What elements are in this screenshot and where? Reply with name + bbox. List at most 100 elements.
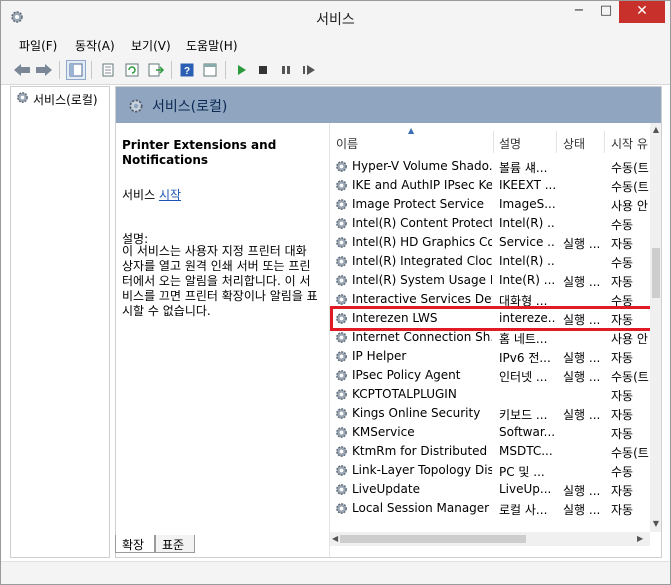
service-startup-type: 수동(트 bbox=[611, 180, 649, 194]
help-icon[interactable]: ? bbox=[177, 60, 197, 80]
service-row[interactable]: KMService Softwar... 자동 bbox=[330, 423, 648, 442]
maximize-button[interactable]: □ bbox=[593, 1, 619, 23]
service-startup-type: 수동 bbox=[611, 465, 634, 479]
column-description[interactable]: 설명 bbox=[499, 135, 521, 152]
services-panel: 서비스(로컬) Printer Extensions and Notificat… bbox=[115, 86, 662, 558]
scroll-up-icon[interactable]: ▲ bbox=[650, 125, 661, 134]
service-startup-type: 자동 bbox=[611, 351, 634, 365]
start-service-icon[interactable] bbox=[231, 60, 251, 80]
forward-arrow-icon[interactable] bbox=[34, 60, 54, 80]
service-description: Inte(R) ... bbox=[499, 273, 555, 287]
service-row[interactable]: Intel(R) Integrated Clock... Intel(R) ...… bbox=[330, 252, 648, 271]
pause-service-icon[interactable] bbox=[276, 60, 296, 80]
service-startup-type: 자동 bbox=[611, 389, 634, 403]
tree-item-services-local[interactable]: 서비스(로컬) bbox=[15, 91, 98, 107]
gear-icon bbox=[334, 463, 349, 478]
service-description: MSDTC... bbox=[499, 444, 553, 458]
restart-service-icon[interactable] bbox=[299, 60, 319, 80]
service-name: IP Helper bbox=[352, 349, 407, 363]
gear-icon bbox=[334, 330, 349, 345]
column-status[interactable]: 상태 bbox=[563, 135, 585, 152]
service-description: LiveUp... bbox=[499, 482, 552, 496]
gear-icon bbox=[334, 387, 349, 402]
title-bar: 서비스 − □ ✕ bbox=[1, 1, 670, 34]
column-startup-type[interactable]: 시작 유 bbox=[611, 135, 648, 152]
menu-view[interactable]: 보기(V) bbox=[131, 37, 171, 54]
scroll-right-icon[interactable]: ▶ bbox=[637, 532, 643, 546]
column-name[interactable]: 이름 bbox=[336, 135, 358, 152]
stop-service-icon[interactable] bbox=[253, 60, 273, 80]
back-arrow-icon[interactable] bbox=[12, 60, 32, 80]
menu-file[interactable]: 파일(F) bbox=[19, 37, 57, 54]
menu-help[interactable]: 도움말(H) bbox=[186, 37, 238, 54]
service-description: 키보드 ... bbox=[499, 408, 548, 422]
service-row[interactable]: KCPTOTALPLUGIN 자동 bbox=[330, 385, 648, 404]
gear-icon bbox=[334, 349, 349, 364]
scroll-down-icon[interactable]: ▼ bbox=[650, 519, 661, 528]
service-row[interactable]: Image Protect Service ImageS... 사용 안 bbox=[330, 195, 648, 214]
close-button[interactable]: ✕ bbox=[619, 1, 665, 23]
service-row[interactable]: LiveUpdate LiveUp... 실행 ... 자동 bbox=[330, 480, 648, 499]
service-startup-type: 수동(트 bbox=[611, 370, 649, 384]
service-row[interactable]: IPsec Policy Agent 인터넷 ... 실행 ... 수동(트 bbox=[330, 366, 649, 385]
service-description: 로컬 사... bbox=[499, 503, 548, 517]
tree-item-label: 서비스(로컬) bbox=[33, 92, 98, 107]
service-row[interactable]: Hyper-V Volume Shado... 볼륨 섀... 수동(트 bbox=[330, 157, 649, 176]
service-row[interactable]: IKE and AuthIP IPsec Ke... IKEEXT ... 수동(트 bbox=[330, 176, 649, 195]
action-pane-icon[interactable] bbox=[200, 60, 220, 80]
service-name: Intel(R) System Usage R... bbox=[352, 273, 492, 287]
properties-icon[interactable] bbox=[98, 60, 118, 80]
service-status: 실행 ... bbox=[563, 408, 601, 422]
service-description: IPv6 전... bbox=[499, 351, 551, 365]
gear-icon bbox=[334, 482, 349, 497]
vertical-scroll-thumb[interactable] bbox=[652, 248, 660, 298]
service-name: Internet Connection Sh... bbox=[352, 330, 492, 344]
service-name: LiveUpdate bbox=[352, 482, 420, 496]
service-startup-type: 수동 bbox=[611, 256, 634, 270]
service-row[interactable]: Intel(R) System Usage R... Inte(R) ... 실행 … bbox=[330, 271, 648, 290]
service-startup-type: 사용 안 bbox=[611, 332, 648, 346]
service-startup-type: 자동 bbox=[611, 275, 634, 289]
service-row[interactable]: Link-Layer Topology Dis... PC 및 ... 수동 bbox=[330, 461, 648, 480]
menu-action[interactable]: 동작(A) bbox=[75, 37, 115, 54]
service-row[interactable]: Intel(R) HD Graphics Co... Service ... 실행 … bbox=[330, 233, 648, 252]
service-description: IKEEXT ... bbox=[499, 178, 555, 192]
service-status: 실행 ... bbox=[563, 237, 601, 251]
scroll-left-icon[interactable]: ◀ bbox=[332, 532, 338, 546]
service-name: Local Session Manager bbox=[352, 501, 490, 515]
panel-header: 서비스(로컬) bbox=[116, 87, 661, 123]
service-status: 실행 ... bbox=[563, 370, 601, 384]
service-description: 볼륨 섀... bbox=[499, 161, 548, 175]
gear-icon bbox=[334, 406, 349, 421]
service-startup-type: 자동 bbox=[611, 427, 634, 441]
gear-icon bbox=[334, 444, 349, 459]
service-row[interactable]: Kings Online Security 키보드 ... 실행 ... 자동 bbox=[330, 404, 648, 423]
minimize-button[interactable]: − bbox=[566, 1, 592, 23]
start-service-link[interactable]: 시작 bbox=[159, 188, 181, 202]
service-row[interactable]: Intel(R) Content Protecti... Intel(R) ...… bbox=[330, 214, 648, 233]
service-name: Hyper-V Volume Shado... bbox=[352, 159, 492, 173]
refresh-icon[interactable] bbox=[122, 60, 142, 80]
service-row[interactable]: Local Session Manager 로컬 사... 실행 ... 자동 bbox=[330, 499, 648, 518]
vertical-scrollbar[interactable]: ▲ ▼ bbox=[650, 123, 661, 532]
service-status: 실행 ... bbox=[563, 275, 601, 289]
horizontal-scrollbar[interactable]: ◀ ▶ bbox=[330, 532, 650, 546]
export-list-icon[interactable] bbox=[146, 60, 166, 80]
tab-extended[interactable]: 확장 bbox=[115, 535, 155, 553]
service-description: ImageS... bbox=[499, 197, 555, 211]
service-row[interactable]: IP Helper IPv6 전... 실행 ... 자동 bbox=[330, 347, 648, 366]
service-description: PC 및 ... bbox=[499, 465, 545, 479]
gear-icon bbox=[334, 197, 349, 212]
service-name: Image Protect Service bbox=[352, 197, 484, 211]
gear-icon bbox=[334, 159, 349, 174]
service-name: KtmRm for Distributed ... bbox=[352, 444, 492, 458]
service-startup-type: 사용 안 bbox=[611, 199, 648, 213]
highlight-box bbox=[330, 306, 653, 331]
service-name: Intel(R) Integrated Clock... bbox=[352, 254, 492, 268]
service-row[interactable]: KtmRm for Distributed ... MSDTC... 수동(트 bbox=[330, 442, 649, 461]
tab-standard[interactable]: 표준 bbox=[155, 535, 195, 553]
service-startup-type: 수동(트 bbox=[611, 161, 649, 175]
horizontal-scroll-thumb[interactable] bbox=[340, 535, 526, 543]
console-tree: 서비스(로컬) bbox=[10, 86, 110, 558]
console-tree-icon[interactable] bbox=[66, 60, 86, 80]
